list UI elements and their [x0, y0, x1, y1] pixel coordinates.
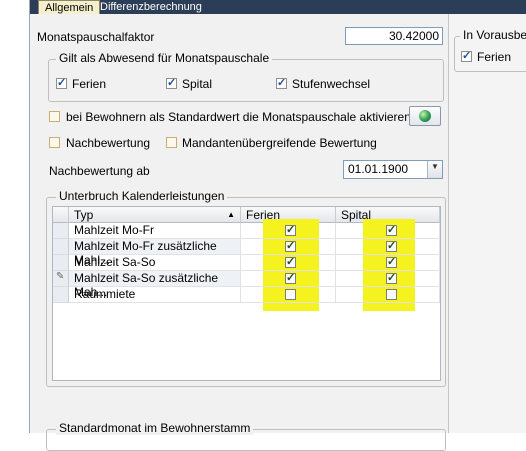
row-selector[interactable]: ✎ [53, 271, 69, 287]
stufenwechsel-label: Stufenwechsel [292, 77, 371, 91]
row-spital-checkbox[interactable] [386, 271, 397, 284]
abwesend-group-title: Gilt als Abwesend für Monatspauschale [56, 51, 273, 65]
pencil-icon: ✎ [56, 271, 65, 282]
nachbewertung-checkbox[interactable] [49, 137, 60, 148]
spital-checkbox[interactable] [166, 76, 177, 89]
abwesend-group [48, 59, 444, 102]
row-ferien-checkbox[interactable] [285, 289, 296, 300]
ferien-label: Ferien [72, 77, 107, 91]
column-header-typ-label: Typ [74, 208, 94, 222]
row-selector-header [53, 207, 69, 223]
row-typ: Mahlzeit Mo-Fr zusätzliche Mahl... [69, 239, 241, 267]
bei-bewohnern-checkbox[interactable] [49, 111, 60, 122]
row-ferien-checkbox[interactable] [285, 271, 296, 284]
row-selector[interactable] [53, 287, 69, 303]
column-header-typ[interactable]: Typ ▲ [69, 207, 241, 223]
mandanten-label: Mandantenübergreifende Bewertung [182, 136, 377, 150]
vorausbewertung-ferien-checkbox[interactable] [461, 49, 472, 62]
row-selector[interactable] [53, 255, 69, 271]
monatspauschalfaktor-value: 30.42000 [388, 29, 439, 43]
mandanten-checkbox[interactable] [166, 137, 177, 148]
monatspauschalfaktor-input[interactable]: 30.42000 [345, 27, 443, 45]
table-row[interactable]: Mahlzeit Mo-Fr [53, 223, 440, 239]
table-row[interactable]: ✎ Mahlzeit Sa-So zusätzliche Mah... [53, 271, 440, 299]
nachbewertung-ab-date-input[interactable]: 01.01.1900 ▼ [343, 160, 443, 179]
vorausbewertung-group-title: In Vorausbew [460, 28, 526, 42]
vorausbewertung-ferien-label: Ferien [477, 50, 512, 64]
left-strip [0, 0, 30, 433]
row-selector[interactable] [53, 239, 69, 255]
stufenwechsel-checkbox[interactable] [276, 76, 287, 89]
row-ferien-checkbox[interactable] [285, 239, 296, 252]
right-panel [449, 14, 526, 433]
ferien-checkbox[interactable] [56, 76, 67, 89]
row-typ: Raummiete [69, 287, 241, 303]
nachbewertung-label: Nachbewertung [66, 136, 151, 150]
unterbruch-group-title: Unterbruch Kalenderleistungen [56, 189, 228, 203]
globe-icon [419, 110, 431, 122]
world-button[interactable] [409, 106, 441, 126]
table-row[interactable]: Raummiete [53, 287, 440, 303]
row-typ: Mahlzeit Mo-Fr [69, 223, 241, 239]
chevron-down-icon: ▼ [431, 162, 439, 171]
row-typ: Mahlzeit Sa-So zusätzliche Mah... [69, 271, 241, 299]
monatspauschalfaktor-label: Monatspauschalfaktor [37, 30, 155, 44]
table-row[interactable]: Mahlzeit Mo-Fr zusätzliche Mahl... [53, 239, 440, 267]
table-row[interactable]: Mahlzeit Sa-So [53, 255, 440, 271]
row-typ: Mahlzeit Sa-So [69, 255, 241, 271]
row-ferien-checkbox[interactable] [285, 223, 296, 236]
spital-label: Spital [182, 77, 213, 91]
date-dropdown-button[interactable]: ▼ [427, 161, 442, 178]
unterbruch-grid: Typ ▲ Ferien Spital Mahlzeit Mo-Fr Mahlz… [52, 206, 441, 381]
sort-ascending-icon: ▲ [227, 210, 235, 219]
tab-differenzberechnung[interactable]: Differenzberechnung [94, 0, 208, 14]
nachbewertung-ab-label: Nachbewertung ab [49, 164, 150, 178]
row-spital-checkbox[interactable] [386, 255, 397, 268]
row-spital-checkbox[interactable] [386, 239, 397, 252]
bei-bewohnern-label: bei Bewohnern als Standardwert die Monat… [66, 110, 411, 124]
row-spital-checkbox[interactable] [386, 223, 397, 236]
row-selector[interactable] [53, 223, 69, 239]
row-ferien-checkbox[interactable] [285, 255, 296, 268]
row-spital-checkbox[interactable] [386, 289, 397, 300]
nachbewertung-ab-value: 01.01.1900 [348, 162, 409, 176]
